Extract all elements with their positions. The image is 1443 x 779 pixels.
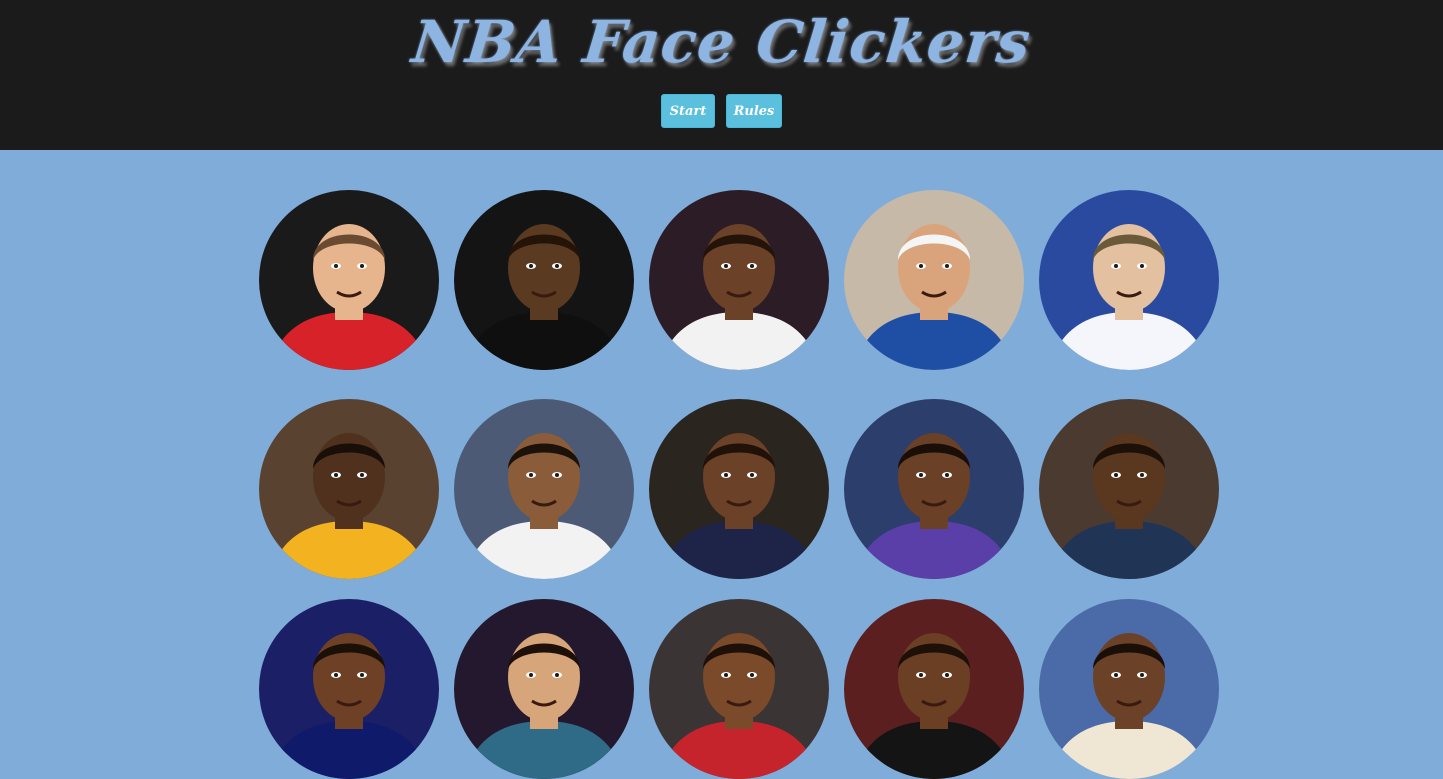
player-photo <box>1039 190 1219 370</box>
player-face-3[interactable] <box>649 190 829 370</box>
player-face-12[interactable] <box>454 599 634 779</box>
player-face-4[interactable] <box>844 190 1024 370</box>
player-photo <box>649 399 829 579</box>
player-face-7[interactable] <box>454 399 634 579</box>
player-face-14[interactable] <box>844 599 1024 779</box>
player-face-11[interactable] <box>259 599 439 779</box>
player-face-10[interactable] <box>1039 399 1219 579</box>
player-face-2[interactable] <box>454 190 634 370</box>
player-face-13[interactable] <box>649 599 829 779</box>
player-photo <box>454 399 634 579</box>
player-photo <box>259 599 439 779</box>
rules-button[interactable]: Rules <box>726 94 782 128</box>
player-face-1[interactable] <box>259 190 439 370</box>
player-photo <box>454 190 634 370</box>
player-photo <box>1039 599 1219 779</box>
player-photo <box>454 599 634 779</box>
start-button[interactable]: Start <box>661 94 715 128</box>
player-photo <box>844 190 1024 370</box>
player-photo <box>1039 399 1219 579</box>
player-face-5[interactable] <box>1039 190 1219 370</box>
player-face-8[interactable] <box>649 399 829 579</box>
player-photo <box>844 399 1024 579</box>
player-face-15[interactable] <box>1039 599 1219 779</box>
player-photo <box>259 399 439 579</box>
player-photo <box>649 190 829 370</box>
player-photo <box>844 599 1024 779</box>
player-photo <box>259 190 439 370</box>
player-photo <box>649 599 829 779</box>
header-bar: NBA Face Clickers Start Rules <box>0 0 1443 150</box>
player-face-6[interactable] <box>259 399 439 579</box>
player-face-9[interactable] <box>844 399 1024 579</box>
page-title: NBA Face Clickers <box>408 8 1035 76</box>
